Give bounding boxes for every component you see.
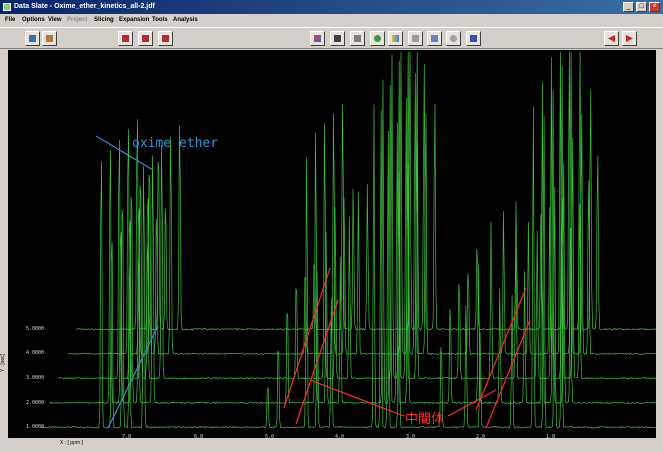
menu-file[interactable]: File — [5, 14, 15, 26]
y-tick-label: 4.0000 — [26, 350, 45, 356]
print-button[interactable] — [42, 31, 57, 46]
music-note-button[interactable] — [466, 31, 481, 46]
window-titlebar[interactable]: Data Slate - Oxime_ether_kinetics_all-2.… — [0, 0, 663, 14]
oxime-ether-label: oxime ether — [132, 136, 219, 151]
x-tick-label: 6.0 — [194, 434, 204, 440]
grid-button[interactable] — [388, 31, 403, 46]
x-axis-label: X : [ ppm ] — [60, 440, 83, 446]
maximize-button[interactable]: □ — [636, 2, 647, 12]
x-tick-label: 3.0 — [406, 434, 416, 440]
slice-button[interactable] — [158, 31, 173, 46]
window-title: Data Slate - Oxime_ether_kinetics_all-2.… — [14, 3, 155, 10]
next-button[interactable] — [622, 31, 637, 46]
3d-box-button[interactable] — [408, 31, 423, 46]
layers-button[interactable] — [350, 31, 365, 46]
cube-button[interactable] — [330, 31, 345, 46]
close-button[interactable]: × — [649, 2, 660, 12]
color-icon — [314, 35, 321, 42]
zoom-button[interactable] — [446, 31, 461, 46]
y-axis-label: Y : [sec] — [0, 354, 6, 372]
y-tick-label: 1.0000 — [26, 424, 45, 430]
menu-project[interactable]: Project — [67, 14, 87, 26]
3d-box-icon — [412, 35, 419, 42]
color-button[interactable] — [310, 31, 325, 46]
stack-plot-button[interactable] — [118, 31, 133, 46]
intermediate-label: 中間体 — [405, 412, 445, 427]
grid-icon — [392, 35, 399, 42]
y-tick-label: 5.0000 — [26, 326, 45, 332]
x-tick-label: 1.0 — [546, 434, 556, 440]
menu-tools[interactable]: Tools — [152, 14, 168, 26]
menu-options[interactable]: Options — [22, 14, 45, 26]
settings-button[interactable] — [427, 31, 442, 46]
save-icon — [29, 35, 36, 42]
overlay-button[interactable] — [138, 31, 153, 46]
app-icon — [3, 3, 11, 11]
y-tick-label: 2.0000 — [26, 400, 45, 406]
y-tick-label: 3.0000 — [26, 375, 45, 381]
menu-bar: File Options View Project Slicing Expans… — [0, 14, 663, 26]
oxime-ether-trend-line — [107, 325, 159, 429]
x-tick-label: 2.0 — [476, 434, 486, 440]
overlay-icon — [142, 35, 149, 42]
refresh-button[interactable] — [370, 31, 385, 46]
menu-analysis[interactable]: Analysis — [173, 14, 198, 26]
save-button[interactable] — [25, 31, 40, 46]
stack-plot-icon — [122, 35, 129, 42]
spectrum-plot[interactable]: oxime ether 中間体 5.0000 4.0000 3.0000 2.0… — [8, 50, 656, 440]
layers-icon — [354, 35, 361, 42]
print-icon — [46, 35, 53, 42]
settings-icon — [431, 35, 438, 42]
slice-icon — [162, 35, 169, 42]
spectrum-series-1 — [40, 104, 656, 429]
toolbar — [0, 27, 663, 49]
spectrum-series-5 — [76, 51, 656, 331]
minimize-button[interactable]: _ — [623, 2, 634, 12]
x-tick-label: 7.0 — [122, 434, 132, 440]
x-tick-label: 5.0 — [265, 434, 275, 440]
menu-slicing[interactable]: Slicing — [94, 14, 114, 26]
zoom-icon — [450, 35, 457, 42]
refresh-icon — [374, 35, 381, 42]
cube-icon — [334, 35, 341, 42]
stacked-nmr-chart[interactable] — [8, 50, 656, 438]
x-tick-label: 4.0 — [335, 434, 345, 440]
music-note-icon — [470, 35, 477, 42]
prev-button[interactable] — [604, 31, 619, 46]
arrow-right-icon — [626, 35, 633, 42]
menu-view[interactable]: View — [48, 14, 62, 26]
menu-expansion[interactable]: Expansion — [119, 14, 149, 26]
arrow-left-icon — [608, 35, 615, 42]
